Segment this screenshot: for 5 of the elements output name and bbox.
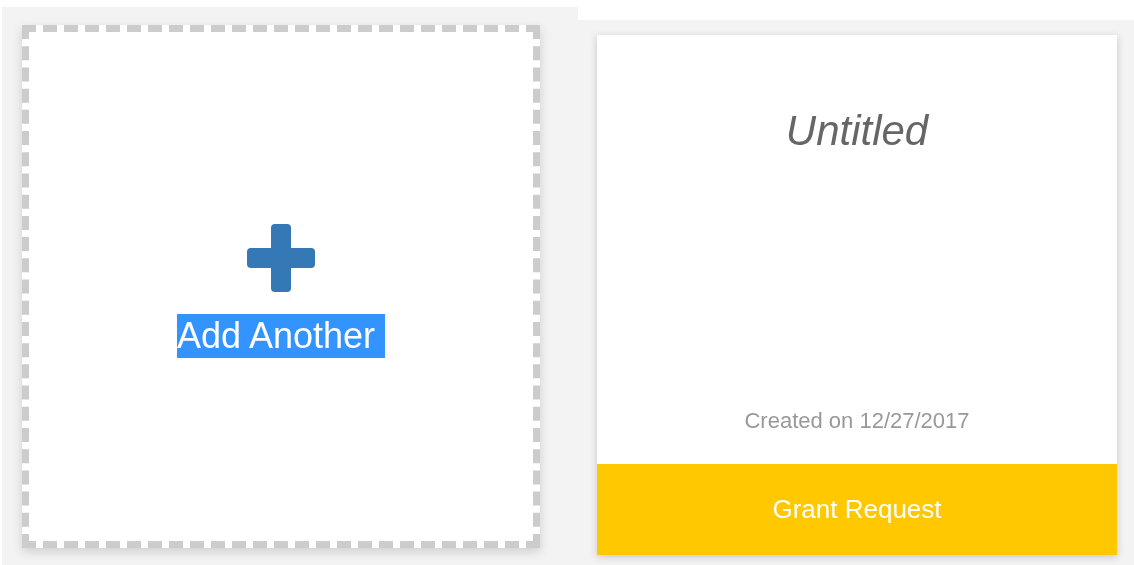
add-another-label: Add Another — [176, 314, 386, 358]
add-another-card[interactable]: Add Another — [22, 25, 540, 548]
card-title: Untitled — [785, 107, 929, 155]
created-date: Created on 12/27/2017 — [744, 408, 970, 434]
plus-icon — [247, 224, 315, 292]
